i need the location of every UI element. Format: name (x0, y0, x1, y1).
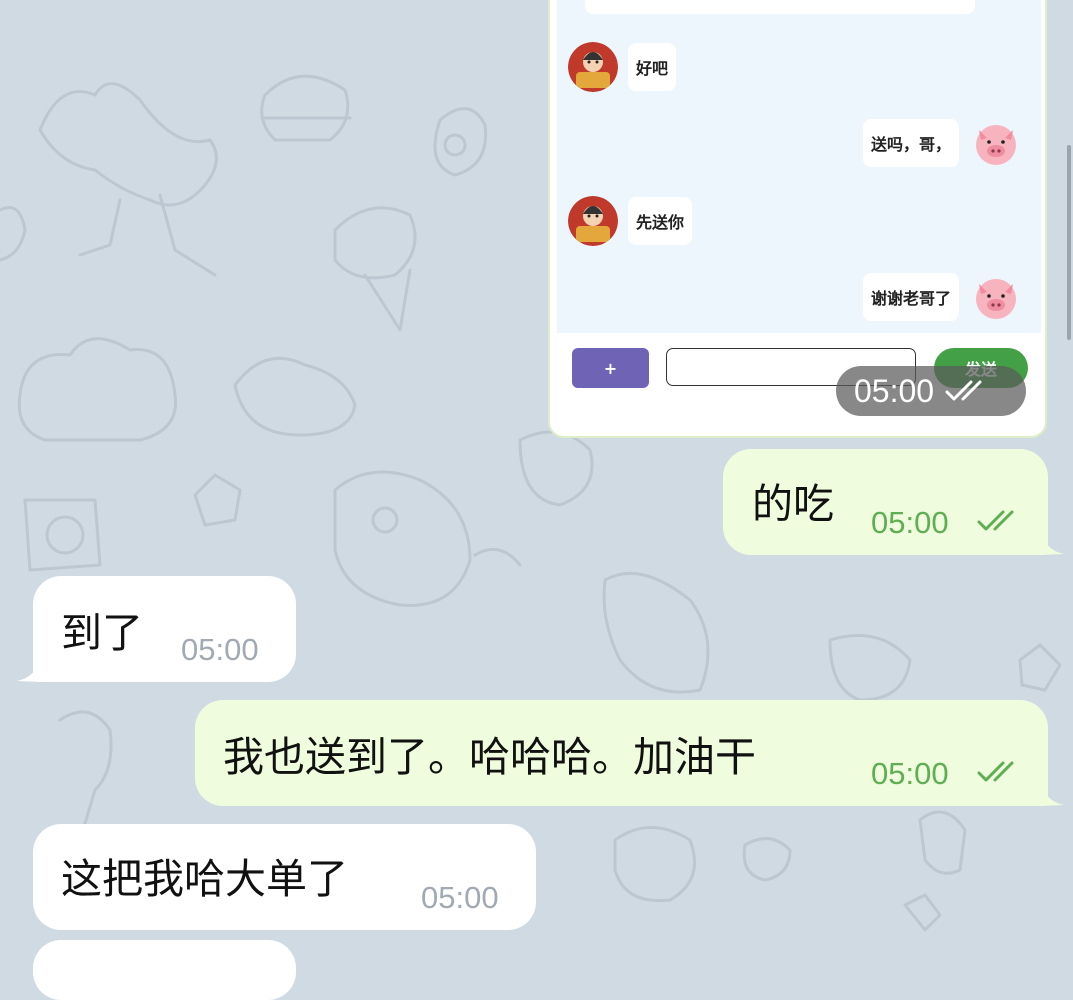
bubble-tail (17, 655, 41, 682)
message-text: 到了 (61, 609, 143, 657)
bubble-tail (1040, 779, 1064, 806)
mini-bubble-text: 好吧 (628, 43, 677, 91)
message-time: 05:00 (871, 756, 949, 791)
incoming-message-bubble[interactable]: 这把我哈大单了 05:00 (33, 824, 536, 930)
pig-avatar-icon (971, 118, 1021, 168)
image-timestamp-overlay: 05:00 (836, 366, 1026, 416)
mini-bubble-text: 谢谢老哥了 (863, 273, 960, 321)
mini-message-row: 送吗，哥， (863, 118, 1021, 168)
message-text: 我也送到了。哈哈哈。加油干 (223, 733, 756, 781)
message-text: 的吃 (752, 480, 834, 528)
fortune-god-avatar-icon (568, 196, 618, 246)
cropped-bubble (585, 0, 975, 14)
double-check-icon (977, 761, 1014, 782)
incoming-message-bubble[interactable] (33, 940, 296, 1000)
message-time: 05:00 (421, 880, 499, 915)
message-time: 05:00 (871, 505, 949, 540)
mini-message-row: 谢谢老哥了 (863, 272, 1021, 322)
outgoing-message-bubble[interactable]: 的吃 05:00 (723, 449, 1048, 555)
mini-bubble-text: 送吗，哥， (863, 119, 960, 167)
outgoing-message-bubble[interactable]: 我也送到了。哈哈哈。加油干 05:00 (195, 700, 1048, 806)
scrollbar[interactable] (1067, 145, 1071, 340)
image-timestamp: 05:00 (854, 372, 935, 409)
screenshot-chat-area: 好吧 送吗，哥， 先送你 谢谢老哥了 (557, 0, 1041, 333)
bubble-tail (1040, 528, 1064, 555)
mini-bubble-text: 先送你 (628, 197, 693, 245)
mini-message-row: 好吧 (568, 42, 677, 92)
pig-avatar-icon (971, 272, 1021, 322)
incoming-message-bubble[interactable]: 到了 05:00 (33, 576, 296, 682)
fortune-god-avatar-icon (568, 42, 618, 92)
double-check-icon (945, 380, 982, 401)
message-time: 05:00 (181, 632, 259, 667)
mini-plus-button: + (572, 348, 649, 388)
message-text: 这把我哈大单了 (61, 855, 348, 903)
mini-message-row: 先送你 (568, 196, 693, 246)
double-check-icon (977, 510, 1014, 531)
